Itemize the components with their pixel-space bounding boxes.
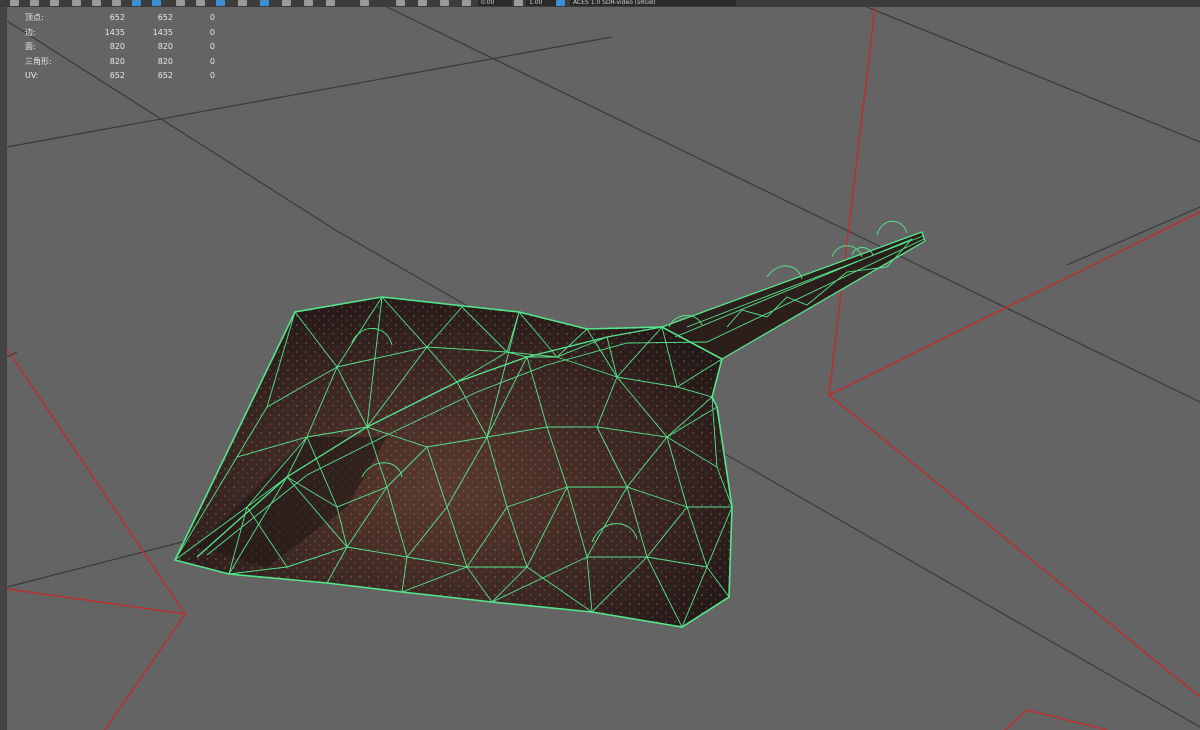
texture-toggle-icon[interactable]	[216, 0, 225, 6]
stat-label: 面:	[25, 42, 36, 51]
shadow-icon[interactable]	[238, 0, 247, 6]
frame-selected-icon[interactable]	[326, 0, 335, 6]
viewport-toolbar: 0.00 1.00 ACES 1.0 SDR-video (sRGB)	[0, 0, 1200, 7]
xray-icon[interactable]	[260, 0, 269, 6]
3d-viewport[interactable]: 顶点: 652 652 0 边: 1435 1435 0 面: 820 820 …	[7, 7, 1200, 730]
scale-tool-icon[interactable]	[72, 0, 81, 6]
isolate-icon[interactable]	[282, 0, 291, 6]
lighting-icon[interactable]	[196, 0, 205, 6]
rotate-tool-icon[interactable]	[50, 0, 59, 6]
stat-row-faces: 面: 820 820 0	[25, 40, 215, 55]
grid-toggle-icon[interactable]	[176, 0, 185, 6]
move-tool-icon[interactable]	[30, 0, 39, 6]
stat-value: 0	[209, 71, 215, 80]
stat-value: 652	[157, 13, 173, 22]
stat-value: 820	[157, 42, 173, 51]
gamma-field[interactable]: 1.00	[526, 0, 558, 6]
stat-label: UV:	[25, 71, 39, 80]
stat-label: 三角形:	[25, 56, 52, 66]
stat-row-triangles: 三角形: 820 820 0	[25, 55, 215, 70]
color-space-dropdown[interactable]: ACES 1.0 SDR-video (sRGB)	[570, 0, 736, 6]
stat-row-uvs: UV: 652 652 0	[25, 69, 215, 84]
color-management-icon[interactable]	[556, 0, 565, 6]
wireframe-toggle-icon[interactable]	[132, 0, 141, 6]
stat-value: 0	[209, 56, 215, 66]
stat-row-vertices: 顶点: 652 652 0	[25, 11, 215, 26]
stat-label: 边:	[25, 27, 36, 37]
stat-value: 820	[109, 56, 125, 66]
stat-value: 1435	[152, 27, 173, 37]
exposure-field[interactable]: 0.00	[478, 0, 512, 6]
frame-all-icon[interactable]	[304, 0, 313, 6]
gamma-icon[interactable]	[514, 0, 523, 6]
stat-row-edges: 边: 1435 1435 0	[25, 26, 215, 41]
aa-icon[interactable]	[440, 0, 449, 6]
left-panel-edge	[0, 7, 7, 730]
stat-value: 652	[157, 71, 173, 80]
ssao-icon[interactable]	[396, 0, 405, 6]
bookmark-icon[interactable]	[360, 0, 369, 6]
stat-value: 1435	[104, 27, 125, 37]
stat-value: 0	[209, 42, 215, 51]
select-tool-icon[interactable]	[10, 0, 19, 6]
stat-value: 0	[209, 27, 215, 37]
heads-up-display: 顶点: 652 652 0 边: 1435 1435 0 面: 820 820 …	[25, 11, 215, 84]
stat-value: 652	[109, 13, 125, 22]
stat-label: 顶点:	[25, 13, 44, 22]
viewport-scene	[7, 7, 1200, 730]
camera-icon[interactable]	[112, 0, 121, 6]
shaded-toggle-icon[interactable]	[152, 0, 161, 6]
stat-value: 820	[157, 56, 173, 66]
stat-value: 820	[109, 42, 125, 51]
stat-value: 0	[209, 13, 215, 22]
wireframe-mesh	[173, 220, 926, 629]
snap-icon[interactable]	[92, 0, 101, 6]
exposure-icon[interactable]	[462, 0, 471, 6]
motion-blur-icon[interactable]	[418, 0, 427, 6]
stat-value: 652	[109, 71, 125, 80]
